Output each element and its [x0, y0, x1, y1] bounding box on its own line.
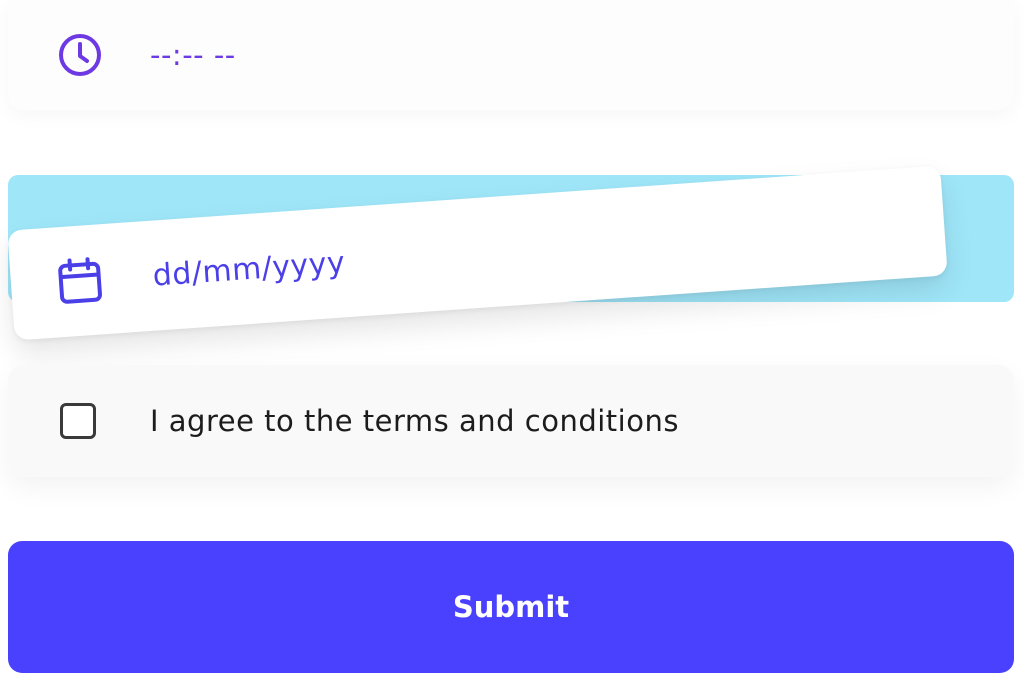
time-input[interactable]: --:-- --: [8, 0, 1014, 110]
date-placeholder: dd/mm/yyyy: [151, 244, 347, 294]
calendar-icon: [9, 252, 154, 310]
terms-checkbox[interactable]: [60, 403, 96, 439]
checkbox-slot: [8, 403, 150, 439]
terms-label: I agree to the terms and conditions: [150, 404, 679, 438]
terms-agreement-row: I agree to the terms and conditions: [8, 365, 1014, 477]
submit-button[interactable]: Submit: [8, 541, 1014, 673]
time-placeholder: --:-- --: [150, 38, 236, 72]
clock-icon: [8, 31, 150, 79]
